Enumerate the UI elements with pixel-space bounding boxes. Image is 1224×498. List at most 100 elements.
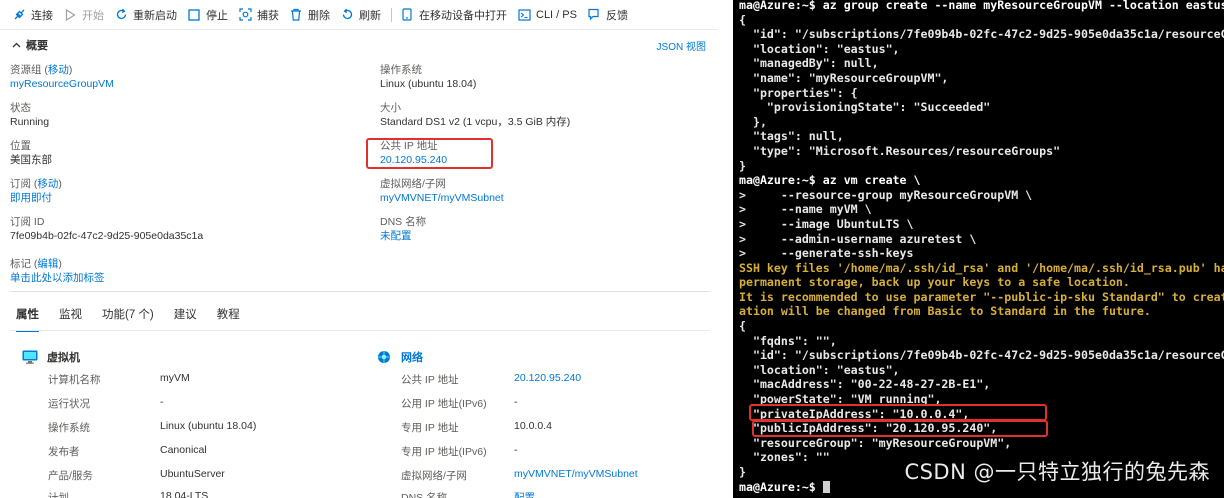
- terminal-line: > --resource-group myResourceGroupVM \: [739, 187, 1033, 202]
- add-tags-link[interactable]: 单击此处以添加标签: [10, 271, 105, 285]
- terminal-line: "name": "myResourceGroupVM",: [739, 70, 949, 85]
- network-icon: [376, 350, 392, 364]
- terminal-line: > --name myVM \: [739, 202, 872, 217]
- connect-button[interactable]: 连接: [8, 0, 59, 30]
- restart-button[interactable]: 重新启动: [110, 0, 183, 30]
- network-group-header: 网络: [376, 349, 423, 365]
- property-key: 产品/服务: [48, 470, 93, 482]
- essential-resource-group: 资源组 (移动) myResourceGroupVM: [10, 63, 114, 91]
- tabs-divider: [10, 330, 710, 331]
- property-value: -: [514, 444, 518, 456]
- property-key: 公共 IP 地址: [401, 374, 459, 386]
- tab-properties[interactable]: 属性: [16, 306, 39, 332]
- property-value: Canonical: [160, 444, 207, 456]
- tab-recommendations[interactable]: 建议: [174, 306, 197, 332]
- move-link[interactable]: 移动: [37, 178, 58, 190]
- terminal-line: "type": "Microsoft.Resources/resourceGro…: [739, 143, 1061, 158]
- vm-group-title: 虚拟机: [47, 352, 80, 364]
- capture-button[interactable]: 捕获: [234, 0, 285, 30]
- property-key: 计算机名称: [48, 374, 101, 386]
- location-value: 美国东部: [10, 154, 52, 166]
- json-view-link[interactable]: JSON 视图: [657, 38, 706, 53]
- command-bar: 连接 开始 重新启动 停止 捕获 删除 刷新 在移动设备中打开 CLI / PS…: [0, 0, 718, 30]
- terminal-line: "properties": {: [739, 85, 858, 100]
- essential-label: DNS 名称: [380, 216, 427, 228]
- essential-label: 操作系统: [380, 64, 422, 76]
- restart-icon: [114, 8, 128, 22]
- connect-icon: [12, 8, 26, 22]
- feedback-label: 反馈: [605, 9, 628, 22]
- edit-tags-link[interactable]: 编辑: [37, 258, 58, 270]
- tab-tutorials[interactable]: 教程: [217, 306, 240, 332]
- property-key: 发布者: [48, 446, 80, 458]
- property-key: 虚拟网络/子网: [401, 470, 467, 482]
- terminal-line: "managedBy": null,: [739, 56, 879, 71]
- terminal-line: "location": "eastus",: [739, 362, 900, 377]
- tab-capabilities[interactable]: 功能(7 个): [102, 306, 154, 332]
- dns-configure-link[interactable]: 未配置: [380, 229, 426, 243]
- terminal-line: "fqdns": "",: [739, 333, 837, 348]
- move-link[interactable]: 移动: [48, 64, 69, 76]
- cli-ps-label: CLI / PS: [536, 8, 577, 21]
- property-key: 运行状况: [48, 398, 90, 410]
- feedback-button[interactable]: 反馈: [583, 0, 634, 30]
- public-ip-value-link[interactable]: 20.120.95.240: [514, 372, 581, 384]
- terminal-line: ation will be changed from Basic to Stan…: [739, 304, 1151, 319]
- refresh-button[interactable]: 刷新: [336, 0, 387, 30]
- terminal-line: "id": "/subscriptions/7fe09b4b-02fc-47c2…: [752, 27, 1224, 42]
- essential-label: 资源组 (移动): [10, 64, 73, 76]
- dns-value-link[interactable]: 配置: [514, 490, 535, 498]
- label-text: 订阅: [10, 178, 31, 190]
- terminal-line: }: [739, 158, 746, 173]
- vnet-subnet-link[interactable]: myVMVNET/myVMSubnet: [380, 191, 504, 205]
- cli-ps-button[interactable]: CLI / PS: [513, 0, 583, 30]
- essential-label: 订阅 ID: [10, 216, 45, 228]
- terminal-line: > --image UbuntuLTS \: [739, 216, 914, 231]
- delete-label: 删除: [308, 9, 330, 22]
- essentials-toggle[interactable]: 概要: [12, 37, 48, 53]
- chevron-up-icon: [12, 40, 21, 50]
- terminal-line: "id": "/subscriptions/7fe09b4b-02fc-47c2…: [752, 348, 1224, 363]
- capture-icon: [238, 8, 252, 22]
- essential-label: 位置: [10, 140, 31, 152]
- terminal-line: "resourceGroup": "myResourceGroupVM",: [739, 435, 1012, 450]
- azure-portal-pane: 连接 开始 重新启动 停止 捕获 删除 刷新 在移动设备中打开 CLI / PS…: [0, 0, 718, 498]
- essential-subscription-id: 订阅 ID 7fe09b4b-02fc-47c2-9d25-905e0da35c…: [10, 215, 203, 243]
- start-button[interactable]: 开始: [59, 0, 110, 30]
- essential-label: 虚拟网络/子网: [380, 178, 446, 190]
- essential-label: 大小: [380, 102, 401, 114]
- terminal-line: > --generate-ssh-keys: [739, 246, 914, 261]
- delete-button[interactable]: 删除: [285, 0, 336, 30]
- essential-vnet: 虚拟网络/子网 myVMVNET/myVMSubnet: [380, 177, 504, 205]
- stop-icon: [187, 8, 201, 22]
- terminal-line: },: [739, 114, 767, 129]
- essentials-title: 概要: [26, 40, 48, 52]
- subscription-link[interactable]: 即用即付: [10, 191, 62, 205]
- resource-group-link[interactable]: myResourceGroupVM: [10, 77, 114, 91]
- start-label: 开始: [82, 9, 104, 22]
- terminal-line: ma@Azure:~$ az vm create \: [739, 173, 921, 188]
- vnet-value-link[interactable]: myVMVNET/myVMSubnet: [514, 468, 638, 480]
- stop-label: 停止: [206, 9, 228, 22]
- trash-icon: [289, 8, 303, 22]
- stop-button[interactable]: 停止: [183, 0, 234, 30]
- mobile-device-icon: [400, 8, 414, 22]
- subscription-id-value: 7fe09b4b-02fc-47c2-9d25-905e0da35c1a: [10, 230, 204, 242]
- open-mobile-button[interactable]: 在移动设备中打开: [396, 0, 513, 30]
- capture-label: 捕获: [257, 9, 279, 22]
- property-key: DNS 名称: [401, 492, 448, 498]
- vm-group-header: 虚拟机: [22, 349, 80, 365]
- essential-label: 状态: [10, 102, 31, 114]
- essential-os: 操作系统 Linux (ubuntu 18.04): [380, 63, 476, 91]
- cloud-shell-terminal[interactable]: ma@Azure:~$ az group create --name myRes…: [733, 0, 1224, 498]
- property-value: 18.04-LTS: [160, 490, 209, 498]
- essential-status: 状态 Running: [10, 101, 49, 129]
- terminal-line: {: [739, 12, 746, 27]
- property-key: 公用 IP 地址(IPv6): [401, 398, 487, 410]
- tab-monitoring[interactable]: 监视: [59, 306, 82, 332]
- play-icon: [63, 8, 77, 22]
- terminal-line: It is recommended to use parameter "--pu…: [739, 289, 1224, 304]
- divider: [10, 291, 710, 292]
- public-ip-highlight: [366, 138, 493, 169]
- essential-size: 大小 Standard DS1 v2 (1 vcpu，3.5 GiB 内存): [380, 101, 570, 129]
